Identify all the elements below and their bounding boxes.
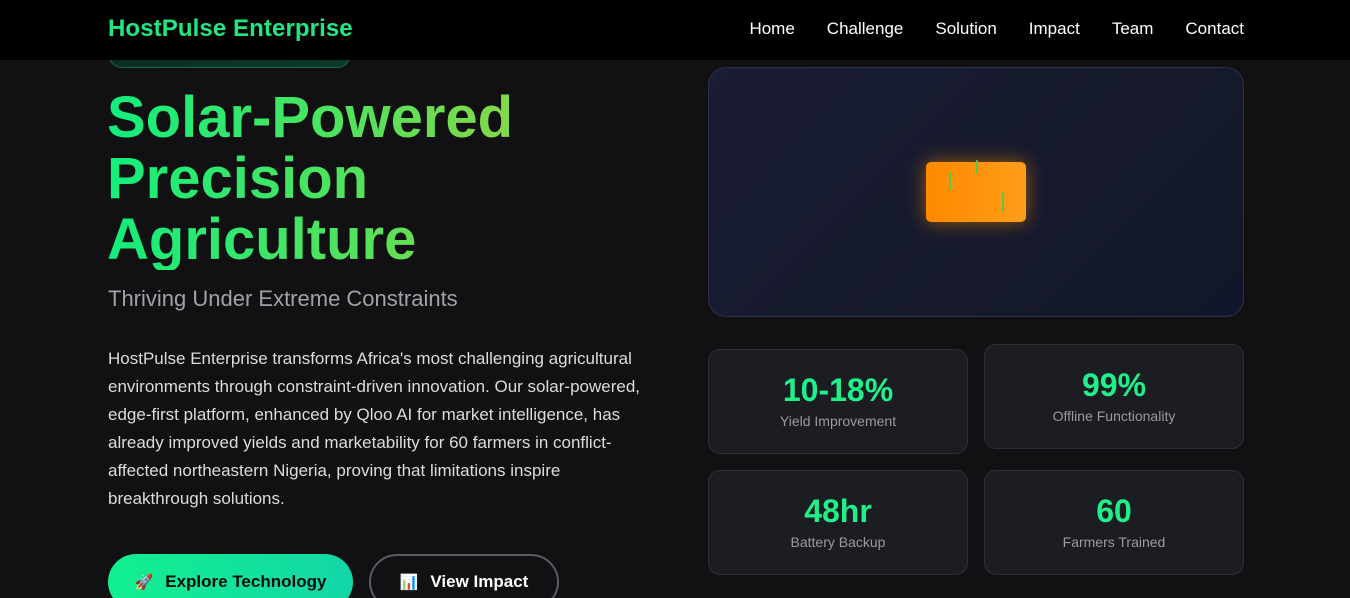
sprout-icon bbox=[949, 172, 951, 190]
nav-link-solution[interactable]: Solution bbox=[935, 19, 996, 39]
sprout-icon bbox=[1002, 192, 1004, 212]
view-impact-label: View Impact bbox=[430, 572, 529, 591]
sprout-icon bbox=[976, 160, 978, 174]
hero-visual bbox=[708, 67, 1244, 317]
explore-technology-button[interactable]: 🚀 Explore Technology bbox=[108, 554, 353, 598]
hero-description: HostPulse Enterprise transforms Africa's… bbox=[108, 349, 640, 508]
explore-technology-label: Explore Technology bbox=[165, 572, 327, 591]
nav-link-home[interactable]: Home bbox=[749, 19, 794, 39]
stat-card-offline: 99% Offline Functionality bbox=[984, 344, 1244, 449]
solar-panel-icon bbox=[926, 160, 1026, 222]
nav-link-challenge[interactable]: Challenge bbox=[827, 19, 904, 39]
stat-card-battery: 48hr Battery Backup bbox=[708, 470, 968, 575]
top-navbar: HostPulse Enterprise Home Challenge Solu… bbox=[0, 0, 1350, 60]
stat-value: 99% bbox=[1081, 367, 1147, 403]
stat-label: Yield Improvement bbox=[779, 413, 897, 429]
stat-label: Offline Functionality bbox=[1052, 408, 1176, 424]
nav-link-contact[interactable]: Contact bbox=[1185, 19, 1244, 39]
stat-value: 48hr bbox=[804, 493, 872, 529]
stat-card-farmers: 60 Farmers Trained bbox=[984, 470, 1244, 575]
hero-title-line-1: Solar-Powered bbox=[107, 85, 514, 150]
hero-title-line-3: Agriculture bbox=[107, 207, 417, 272]
stat-card-yield: 10-18% Yield Improvement bbox=[708, 349, 968, 454]
brand-logo[interactable]: HostPulse Enterprise bbox=[108, 15, 353, 43]
rocket-icon: 🚀 bbox=[134, 574, 154, 591]
hero-title: Solar-Powered Precision Agriculture bbox=[107, 87, 667, 270]
nav-link-impact[interactable]: Impact bbox=[1029, 19, 1080, 39]
hero-title-line-2: Precision bbox=[107, 146, 369, 211]
stat-label: Battery Backup bbox=[790, 534, 886, 550]
nav-link-team[interactable]: Team bbox=[1112, 19, 1154, 39]
stat-value: 60 bbox=[1096, 493, 1132, 529]
bar-chart-icon: 📊 bbox=[399, 574, 419, 591]
stat-label: Farmers Trained bbox=[1062, 534, 1166, 550]
hero-subtitle: Thriving Under Extreme Constraints bbox=[108, 286, 458, 311]
stat-value: 10-18% bbox=[782, 372, 894, 408]
view-impact-button[interactable]: 📊 View Impact bbox=[369, 554, 559, 598]
nav-links: Home Challenge Solution Impact Team Cont… bbox=[749, 19, 1244, 39]
